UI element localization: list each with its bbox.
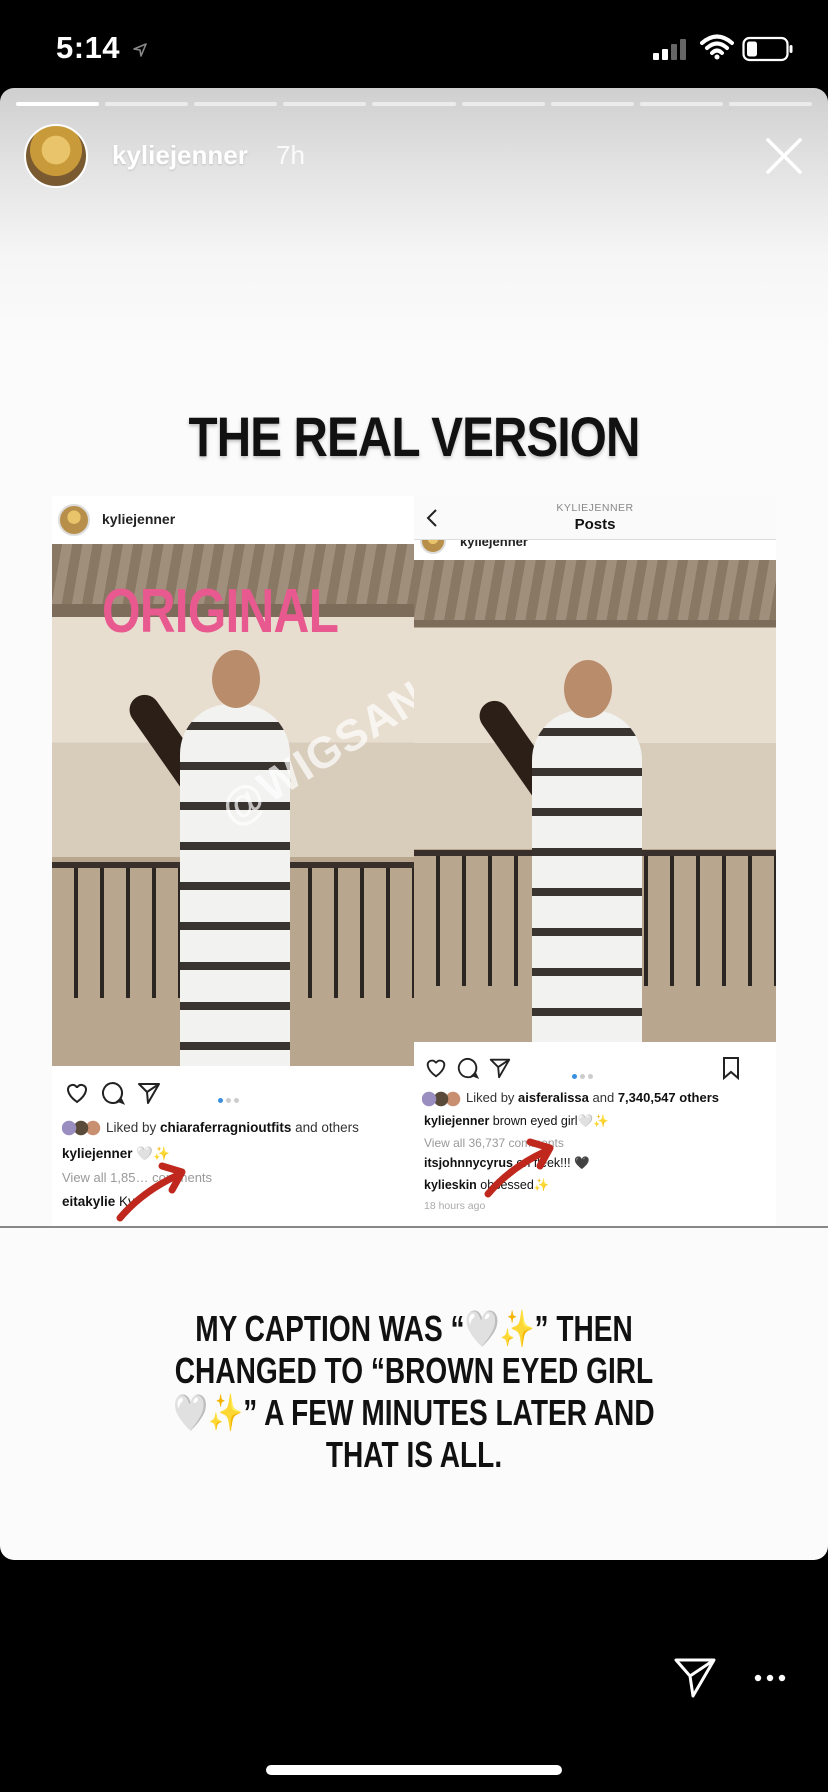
progress-segment [283, 102, 367, 106]
more-options-icon[interactable] [752, 1668, 788, 1688]
story-time-ago: 7h [276, 140, 305, 170]
liked-user: aisferalissa [518, 1090, 589, 1105]
post-avatar [58, 504, 90, 536]
progress-segment [194, 102, 278, 106]
progress-segment [461, 102, 545, 106]
caption-user: kyliejenner [424, 1114, 490, 1128]
liked-count: 7,340,547 others [617, 1090, 719, 1105]
liker-avatars [62, 1120, 102, 1137]
story-username[interactable]: kyliejenner [112, 140, 248, 171]
home-indicator[interactable] [266, 1765, 562, 1775]
location-arrow-icon [133, 43, 147, 57]
avatar[interactable] [24, 124, 88, 188]
caption-note-text: MY CAPTION WAS “🤍✨” THEN CHANGED TO “BRO… [173, 1308, 655, 1475]
wifi-icon [700, 34, 734, 60]
progress-segment [16, 102, 100, 106]
post-header: kyliejenner [414, 540, 776, 560]
post-username: kyliejenner [460, 540, 528, 549]
liked-suffix: and others [291, 1120, 359, 1135]
progress-segment [639, 102, 723, 106]
story-progress-bar [16, 102, 812, 106]
posts-nav-header: KYLIEJENNER Posts [414, 496, 776, 540]
post-caption: kyliejenner brown eyed girl🤍✨ [424, 1114, 609, 1129]
progress-segment [105, 102, 189, 106]
post-time: 18 hours ago [424, 1200, 486, 1212]
comment-user: eitakylie [62, 1194, 116, 1209]
post-photo [414, 560, 776, 1042]
status-time: 5:14 [56, 30, 121, 65]
story-caption-note: MY CAPTION WAS “🤍✨” THEN CHANGED TO “BRO… [100, 1308, 728, 1476]
caption-text: brown eyed girl🤍✨ [489, 1114, 609, 1128]
story-headline: THE REAL VERSION [188, 405, 640, 468]
red-arrow-icon [116, 1162, 186, 1222]
send-message-icon[interactable] [672, 1654, 718, 1700]
progress-segment [728, 102, 812, 106]
post-header: kyliejenner [52, 496, 414, 544]
post-actions [58, 1080, 408, 1110]
post-actions [420, 1056, 770, 1086]
battery-icon [742, 36, 793, 62]
heart-icon [426, 1059, 446, 1078]
carousel-dots [218, 1090, 248, 1103]
divider [0, 1226, 828, 1228]
comment-user: kylieskin [424, 1178, 477, 1192]
original-overlay-label: ORIGINAL [102, 577, 339, 646]
status-bar: 5:14 [0, 0, 828, 90]
red-arrow-icon [484, 1138, 554, 1198]
screenshot-comparison: kyliejenner ORIGINAL @WIGSANDTEA Liked b… [52, 496, 776, 1226]
liked-by-line: Liked by aisferalissa and 7,340,547 othe… [422, 1090, 719, 1107]
story-screen: 5:14 kyliejenner 7h THE REAL VERSION kyl… [0, 0, 828, 1792]
post-photo: ORIGINAL @WIGSANDTEA [52, 544, 414, 1066]
post-avatar [420, 540, 446, 554]
liker-avatars [422, 1090, 462, 1107]
comment-icon [102, 1081, 126, 1105]
post-username: kyliejenner [102, 511, 176, 527]
nav-title: Posts [574, 516, 616, 533]
original-post-screenshot: kyliejenner ORIGINAL @WIGSANDTEA Liked b… [52, 496, 414, 1226]
progress-segment [372, 102, 456, 106]
share-icon [138, 1083, 160, 1104]
edited-post-screenshot: KYLIEJENNER Posts kyliejenner Liked by a… [414, 496, 776, 1226]
liked-by-line: Liked by chiaraferragnioutfits and other… [62, 1120, 359, 1137]
comment-icon [457, 1057, 480, 1079]
cellular-signal-icon [653, 39, 686, 60]
liked-mid: and [588, 1090, 618, 1105]
story-card[interactable]: kyliejenner 7h THE REAL VERSION kyliejen… [0, 88, 828, 1560]
liked-user: chiaraferragnioutfits [160, 1120, 292, 1135]
progress-segment [550, 102, 634, 106]
nav-subtitle: KYLIEJENNER [556, 502, 634, 514]
close-icon[interactable] [764, 136, 804, 176]
bookmark-icon [723, 1057, 739, 1080]
carousel-dots [572, 1066, 602, 1079]
liked-prefix: Liked by [106, 1120, 161, 1135]
heart-icon [67, 1083, 87, 1104]
liked-prefix: Liked by [466, 1090, 519, 1105]
story-header: kyliejenner 7h [24, 124, 804, 188]
share-icon [489, 1058, 511, 1079]
